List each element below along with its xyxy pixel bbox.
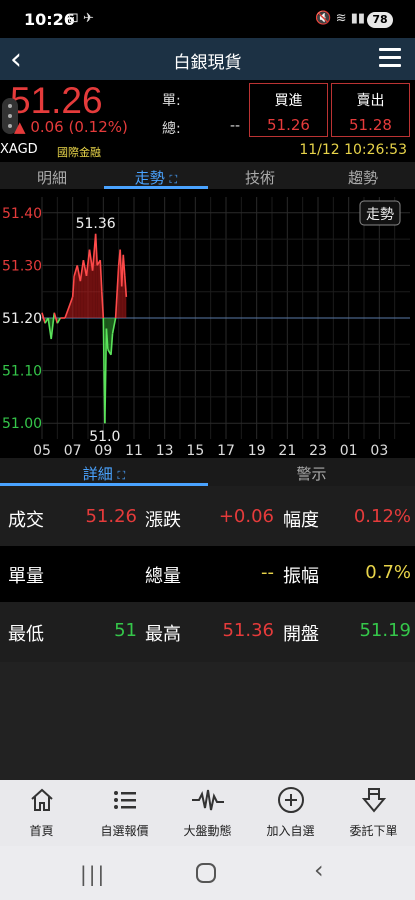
page-title: 白銀現貨: [173, 53, 242, 73]
system-icons: 🔇 ≋ ▮▮: [315, 11, 365, 26]
pulse-icon: [191, 789, 224, 811]
x-tick-label: 07: [64, 443, 82, 457]
add-circle-icon: [277, 787, 304, 813]
nav-home[interactable]: 首頁: [0, 784, 83, 839]
open-value: 51.19: [359, 620, 411, 641]
chart-svg: 05 07 09 11 13 15 17 19 21 23 01 0351.4051.3051.205…: [2, 197, 410, 459]
x-tick-label: 21: [278, 443, 296, 457]
change-value: 0.06 (0.12%): [30, 118, 128, 136]
tab-alerts[interactable]: 警示: [208, 463, 415, 484]
nav-order[interactable]: 委託下單: [332, 784, 415, 839]
change-detail-value: +0.06: [218, 506, 274, 527]
tab-tendency[interactable]: 趨勢: [311, 167, 415, 188]
sell-label: 賣出: [356, 93, 385, 109]
app-header: ‹ 白銀現貨: [0, 38, 415, 80]
expand-icon: ⛶: [169, 173, 178, 186]
amplitude-value: 0.7%: [365, 562, 411, 583]
open-label: 開盤: [283, 624, 319, 645]
nav-label: 委託下單: [349, 824, 398, 838]
last-price: 51.26: [10, 80, 103, 121]
x-tick-label: 13: [156, 443, 174, 457]
buy-button[interactable]: 買進 51.26: [249, 83, 328, 137]
x-tick-label: 15: [186, 443, 204, 457]
low-label: 最低: [8, 624, 44, 645]
range-pct-label: 幅度: [283, 510, 319, 531]
range-pct-value: 0.12%: [353, 506, 411, 527]
high-annotation: 51.36: [76, 216, 116, 232]
trade-value: 51.26: [85, 506, 137, 527]
x-tick-label: 11: [125, 443, 143, 457]
trend-badge-label: 走勢: [366, 207, 394, 223]
price-change: ▲ 0.06 (0.12%): [14, 118, 128, 136]
system-nav-bar: ||| ‹: [0, 846, 415, 900]
detail-row: 單量 總量 -- 振幅 0.7%: [0, 546, 415, 602]
home-icon: [30, 788, 53, 811]
x-tick-label: 23: [309, 443, 327, 457]
high-value: 51.36: [222, 620, 274, 641]
order-down-icon: [361, 788, 386, 813]
sell-price: 51.28: [349, 116, 392, 134]
bottom-nav: 首頁 自選報價 大盤動態 加入自選 委託下單: [0, 780, 415, 846]
change-label: 漲跌: [145, 510, 181, 531]
detail-row: 成交 51.26 漲跌 +0.06 幅度 0.12%: [0, 490, 415, 546]
total-volume-label: 總:: [162, 121, 181, 137]
y-tick-label: 51.30: [2, 258, 42, 274]
sell-button[interactable]: 賣出 51.28: [331, 83, 410, 137]
nav-add-watch[interactable]: 加入自選: [249, 784, 332, 839]
tab-trend[interactable]: 走勢 ⛶: [104, 167, 208, 188]
view-tabs: 明細 走勢 ⛶ 技術 趨勢: [0, 162, 415, 189]
x-tick-label: 03: [370, 443, 388, 457]
recent-apps-icon[interactable]: |||: [80, 862, 106, 886]
expand-icon: ⛶: [117, 469, 126, 482]
status-bar: 10:26 ⊡ ✈ 🔇 ≋ ▮▮ 78: [0, 0, 415, 38]
price-line: [102, 317, 105, 371]
y-tick-label: 51.10: [2, 364, 42, 380]
low-annotation: 51.0: [89, 429, 120, 445]
detail-panel: 成交 51.26 漲跌 +0.06 幅度 0.12% 單量 總量 -- 振幅 0…: [0, 486, 415, 780]
buy-label: 買進: [274, 93, 303, 109]
trade-label: 成交: [8, 510, 44, 531]
home-button-icon[interactable]: [196, 863, 216, 883]
single-volume-detail-label: 單量: [8, 566, 44, 587]
nav-label: 自選報價: [100, 824, 149, 838]
price-area: [97, 260, 101, 318]
total-volume-value: --: [230, 118, 241, 134]
menu-icon[interactable]: [379, 48, 401, 72]
y-tick-label: 51.20: [2, 311, 42, 327]
notification-icons: ⊡ ✈: [68, 11, 94, 26]
total-volume-detail-value: --: [261, 562, 274, 583]
market-name: 國際金融: [57, 146, 101, 159]
y-tick-label: 51.00: [2, 416, 42, 432]
nav-market[interactable]: 大盤動態: [166, 784, 249, 839]
amplitude-label: 振幅: [283, 566, 319, 587]
empty-area: [0, 662, 415, 780]
nav-label: 大盤動態: [183, 824, 232, 838]
low-value: 51: [114, 620, 137, 641]
tab-details[interactable]: 詳細 ⛶: [0, 463, 208, 484]
detail-row: 最低 51 最高 51.36 開盤 51.19: [0, 604, 415, 660]
system-back-icon[interactable]: ‹: [314, 856, 324, 884]
battery-icon: 78: [367, 12, 393, 28]
y-tick-label: 51.40: [2, 206, 42, 222]
x-tick-label: 19: [248, 443, 266, 457]
tab-detail[interactable]: 明細: [0, 167, 104, 188]
list-icon: [113, 791, 136, 809]
up-arrow-icon: ▲: [14, 118, 26, 136]
x-tick-label: 17: [217, 443, 235, 457]
tab-technical[interactable]: 技術: [208, 167, 312, 188]
quote-datetime: 11/12 10:26:53: [299, 142, 407, 158]
single-volume-label: 單:: [162, 93, 181, 109]
nav-watchlist[interactable]: 自選報價: [83, 784, 166, 839]
detail-tabs: 詳細 ⛶ 警示: [0, 458, 415, 486]
buy-price: 51.26: [267, 116, 310, 134]
total-volume-detail-label: 總量: [145, 566, 181, 587]
symbol-code: XAGD: [0, 142, 38, 157]
x-tick-label: 01: [340, 443, 358, 457]
nav-label: 加入自選: [266, 824, 315, 838]
x-tick-label: 05: [33, 443, 51, 457]
high-label: 最高: [145, 624, 181, 645]
nav-label: 首頁: [29, 824, 54, 838]
intraday-chart[interactable]: 05 07 09 11 13 15 17 19 21 23 01 03 51.40 51.30 51.20 5…: [0, 189, 415, 459]
